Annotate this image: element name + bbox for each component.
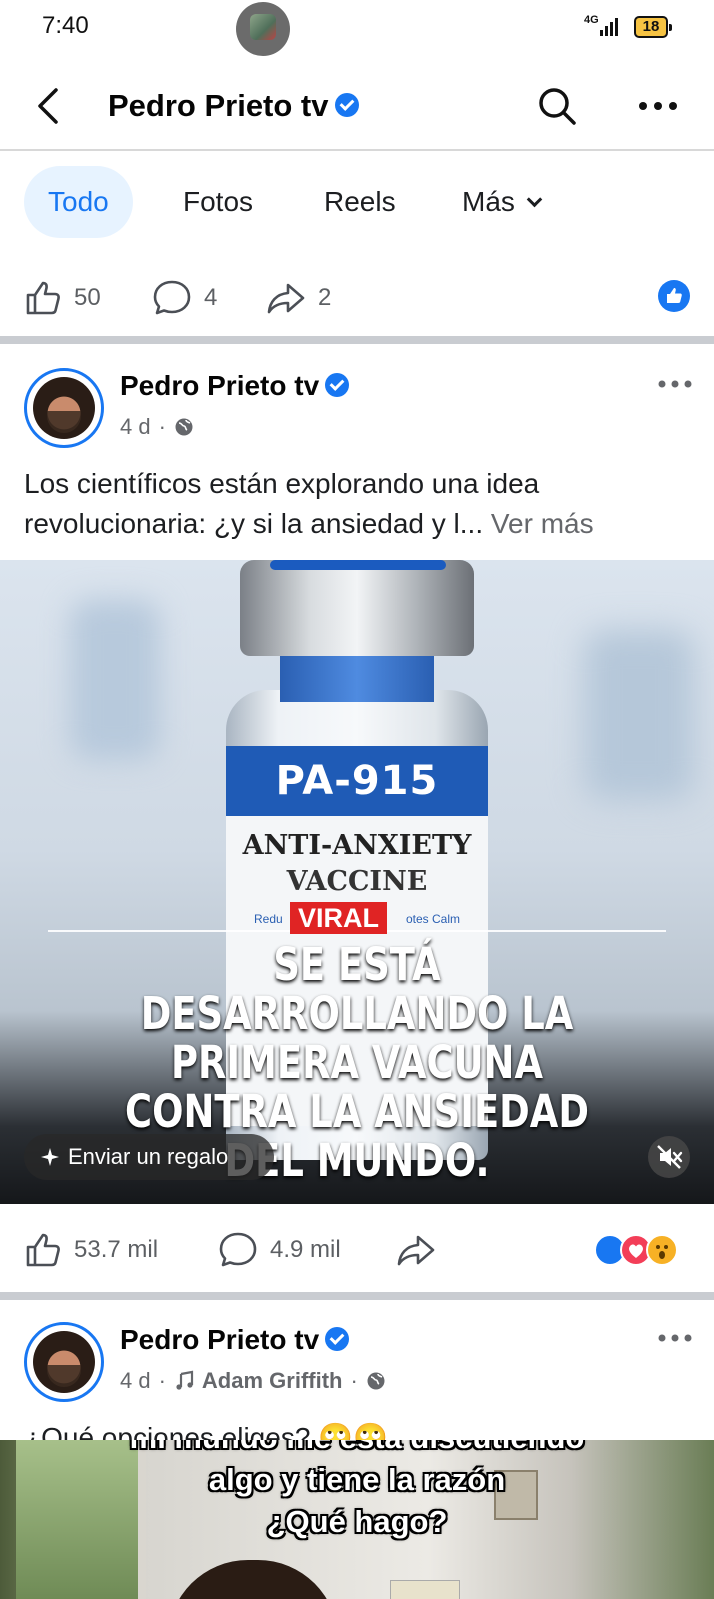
tab-todo[interactable]: Todo <box>24 166 133 238</box>
network-type: 4G <box>584 14 599 26</box>
more-dots-icon <box>639 102 677 110</box>
status-time: 7:40 <box>42 12 89 39</box>
video-caption-line: mi mundo me está discutiendo <box>0 1440 714 1456</box>
page-header: Pedro Prieto tv <box>0 70 714 146</box>
see-more-link[interactable]: Ver más <box>491 508 594 539</box>
tab-reels[interactable]: Reels <box>324 166 396 238</box>
filter-tabs: Todo Fotos Reels Más <box>0 166 714 238</box>
back-arrow-icon <box>38 88 58 124</box>
battery-icon: 18 <box>634 16 672 38</box>
like-count: 50 <box>74 284 101 311</box>
vial-small-left: Redu <box>254 912 283 926</box>
post-author[interactable]: Pedro Prieto tv <box>120 370 350 402</box>
like-button[interactable]: 50 <box>24 268 101 328</box>
notification-avatar-icon <box>236 2 290 56</box>
post-video[interactable]: mi mundo me está discutiendo algo y tien… <box>0 1440 714 1599</box>
post-author[interactable]: Pedro Prieto tv <box>120 1324 350 1356</box>
avatar[interactable] <box>24 1322 104 1402</box>
post-text: Los científicos están explorando una ide… <box>24 464 694 544</box>
headline-line: CONTRA LA ANSIEDAD <box>124 1085 590 1138</box>
verified-badge-icon <box>325 1326 350 1351</box>
post-separator <box>0 1292 714 1300</box>
share-button[interactable] <box>396 1220 448 1280</box>
header-divider <box>0 149 714 151</box>
post-author-name: Pedro Prieto tv <box>120 370 320 401</box>
viral-badge: VIRAL <box>290 902 387 934</box>
headline-line: DESARROLLANDO LA <box>140 987 574 1040</box>
vial-label-line2: VACCINE <box>286 866 428 897</box>
page-title: Pedro Prieto tv <box>108 88 359 124</box>
like-icon <box>26 281 60 315</box>
speaker-muted-icon <box>657 1145 683 1169</box>
post-video[interactable]: PA-915 ANTI-ANXIETY VACCINE Redu otes Ca… <box>0 560 714 1204</box>
post1-actions: 53.7 mil 4.9 mil <box>0 1220 714 1280</box>
wow-reaction-icon <box>646 1234 678 1266</box>
chevron-down-icon <box>526 191 543 208</box>
post-separator <box>0 336 714 344</box>
mute-button[interactable] <box>648 1136 690 1178</box>
comment-count: 4 <box>204 284 218 311</box>
vial-small-right: otes Calm <box>405 912 460 926</box>
post-meta: 4 d · <box>120 414 194 440</box>
more-dots-icon <box>658 1334 692 1342</box>
video-caption-line: ¿Qué hago? <box>266 1504 448 1539</box>
comment-icon <box>153 280 191 315</box>
like-icon <box>26 1233 60 1267</box>
like-button[interactable]: 53.7 mil <box>24 1220 158 1280</box>
comment-icon <box>219 1232 257 1267</box>
back-button[interactable] <box>30 84 70 128</box>
post-age: 4 d <box>120 414 151 439</box>
like-reaction-icon <box>658 280 690 312</box>
comment-button[interactable]: 4.9 mil <box>218 1220 341 1280</box>
search-icon <box>539 88 576 125</box>
vial-code: PA-915 <box>226 746 488 816</box>
headline-line: PRIMERA VACUNA <box>170 1036 544 1089</box>
share-count: 2 <box>318 284 332 311</box>
video-caption-line: algo y tiene la razón <box>208 1462 506 1497</box>
post-author-name: Pedro Prieto tv <box>120 1324 320 1355</box>
comment-button[interactable]: 4 <box>152 268 217 328</box>
headline-line: SE ESTÁ <box>273 938 441 991</box>
comment-count: 4.9 mil <box>270 1236 341 1263</box>
page-title-text: Pedro Prieto tv <box>108 88 329 123</box>
post-more-button[interactable] <box>654 1328 698 1348</box>
more-dots-icon <box>658 380 692 388</box>
music-artist[interactable]: Adam Griffith <box>202 1368 343 1394</box>
share-icon <box>267 283 305 314</box>
avatar[interactable] <box>24 368 104 448</box>
tab-mas[interactable]: Más <box>462 166 543 238</box>
status-bar: 7:40 4G 18 <box>0 0 714 56</box>
share-button[interactable]: 2 <box>266 268 331 328</box>
search-button[interactable] <box>536 84 578 128</box>
post-more-button[interactable] <box>654 374 698 394</box>
share-icon <box>397 1235 435 1266</box>
post-age: 4 d <box>120 1368 151 1393</box>
sparkle-icon <box>41 1148 59 1166</box>
tab-fotos[interactable]: Fotos <box>183 166 253 238</box>
prev-post-actions: 50 4 2 <box>0 268 714 328</box>
like-count: 53.7 mil <box>74 1236 159 1263</box>
send-gift-button[interactable]: Enviar un regalo <box>24 1134 274 1180</box>
tab-mas-label: Más <box>462 186 515 217</box>
send-gift-label: Enviar un regalo <box>68 1144 229 1169</box>
signal-icon <box>600 16 622 36</box>
verified-badge-icon <box>334 92 359 117</box>
vial-label-line1: ANTI-ANXIETY <box>242 830 472 861</box>
globe-icon <box>367 1372 385 1390</box>
verified-badge-icon <box>325 372 350 397</box>
more-options-button[interactable] <box>636 90 680 122</box>
post-body: Los científicos están explorando una ide… <box>24 468 540 539</box>
post-meta: 4 d · Adam Griffith · <box>120 1368 386 1394</box>
music-note-icon <box>176 1370 194 1390</box>
globe-icon <box>175 418 193 436</box>
